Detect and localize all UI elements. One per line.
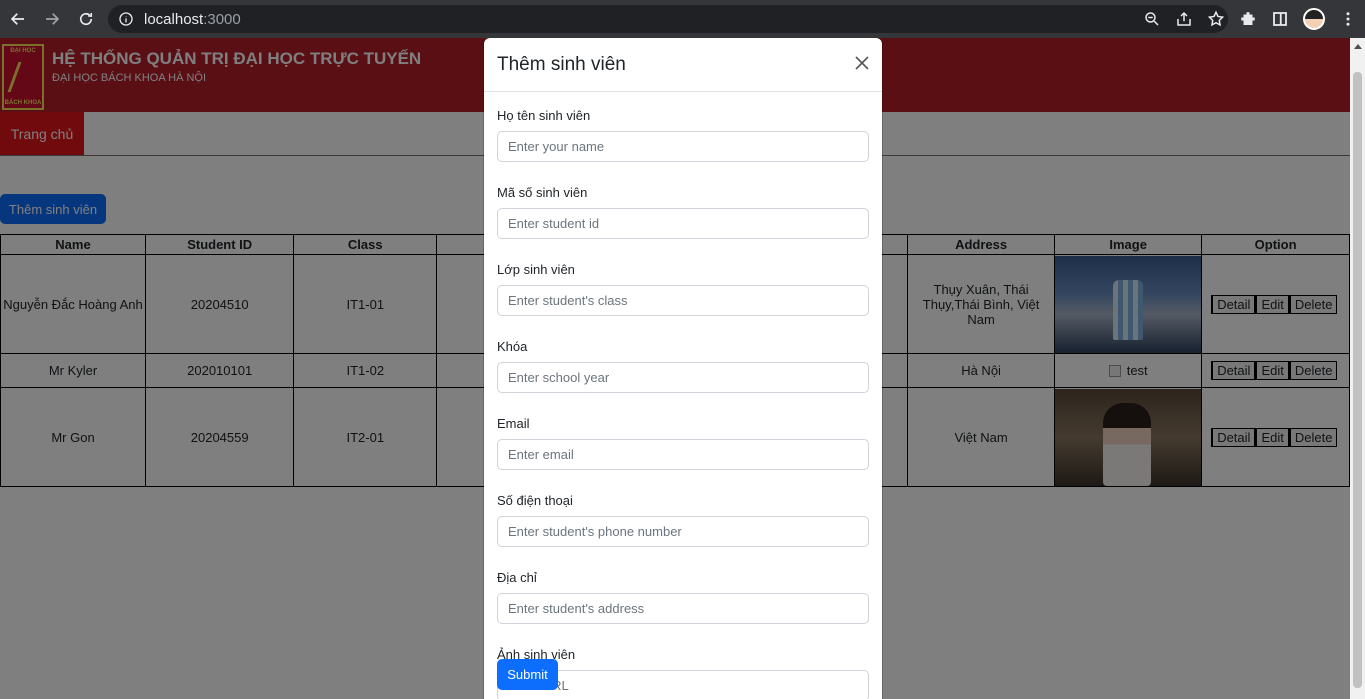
modal-title: Thêm sinh viên [497,53,626,75]
school-year-label: Khóa [497,339,528,354]
school-year-field[interactable] [497,362,869,393]
name-label: Họ tên sinh viên [497,108,591,123]
profile-avatar[interactable] [1303,8,1325,30]
address-bar[interactable]: localhost:3000 [108,5,1228,33]
modal-body: Họ tên sinh viên Mã số sinh viên Lớp sin… [484,92,882,699]
back-icon[interactable] [2,3,34,35]
address-label: Địa chỉ [497,570,537,585]
menu-icon[interactable] [1339,10,1357,28]
browser-toolbar: localhost:3000 [0,0,1365,38]
student-id-label: Mã số sinh viên [497,185,588,200]
star-icon[interactable] [1207,10,1225,28]
address-field[interactable] [497,593,869,624]
email-field[interactable] [497,439,869,470]
sidepanel-icon[interactable] [1271,10,1289,28]
share-icon[interactable] [1175,10,1193,28]
page: ĐẠI HỌC BÁCH KHOA HỆ THỐNG QUẢN TRỊ ĐẠI … [0,38,1350,699]
reload-icon[interactable] [70,3,102,35]
extensions-icon[interactable] [1239,10,1257,28]
scrollbar-thumb[interactable] [1353,72,1362,688]
scrollbar[interactable] [1350,38,1365,699]
info-icon[interactable] [118,11,134,27]
submit-button[interactable]: Submit [497,659,558,690]
student-id-field[interactable] [497,208,869,239]
name-field[interactable] [497,131,869,162]
forward-icon[interactable] [36,3,68,35]
email-label: Email [497,416,530,431]
add-student-modal: Thêm sinh viên Họ tên sinh viên Mã số si… [484,38,882,699]
scroll-up-icon[interactable] [1354,44,1362,49]
url-text: localhost:3000 [144,10,241,28]
modal-header: Thêm sinh viên [484,38,882,92]
class-field[interactable] [497,285,869,316]
close-icon[interactable] [854,55,870,71]
zoom-icon[interactable] [1143,10,1161,28]
class-label: Lớp sinh viên [497,262,575,277]
phone-label: Số điện thoại [497,493,573,508]
phone-field[interactable] [497,516,869,547]
